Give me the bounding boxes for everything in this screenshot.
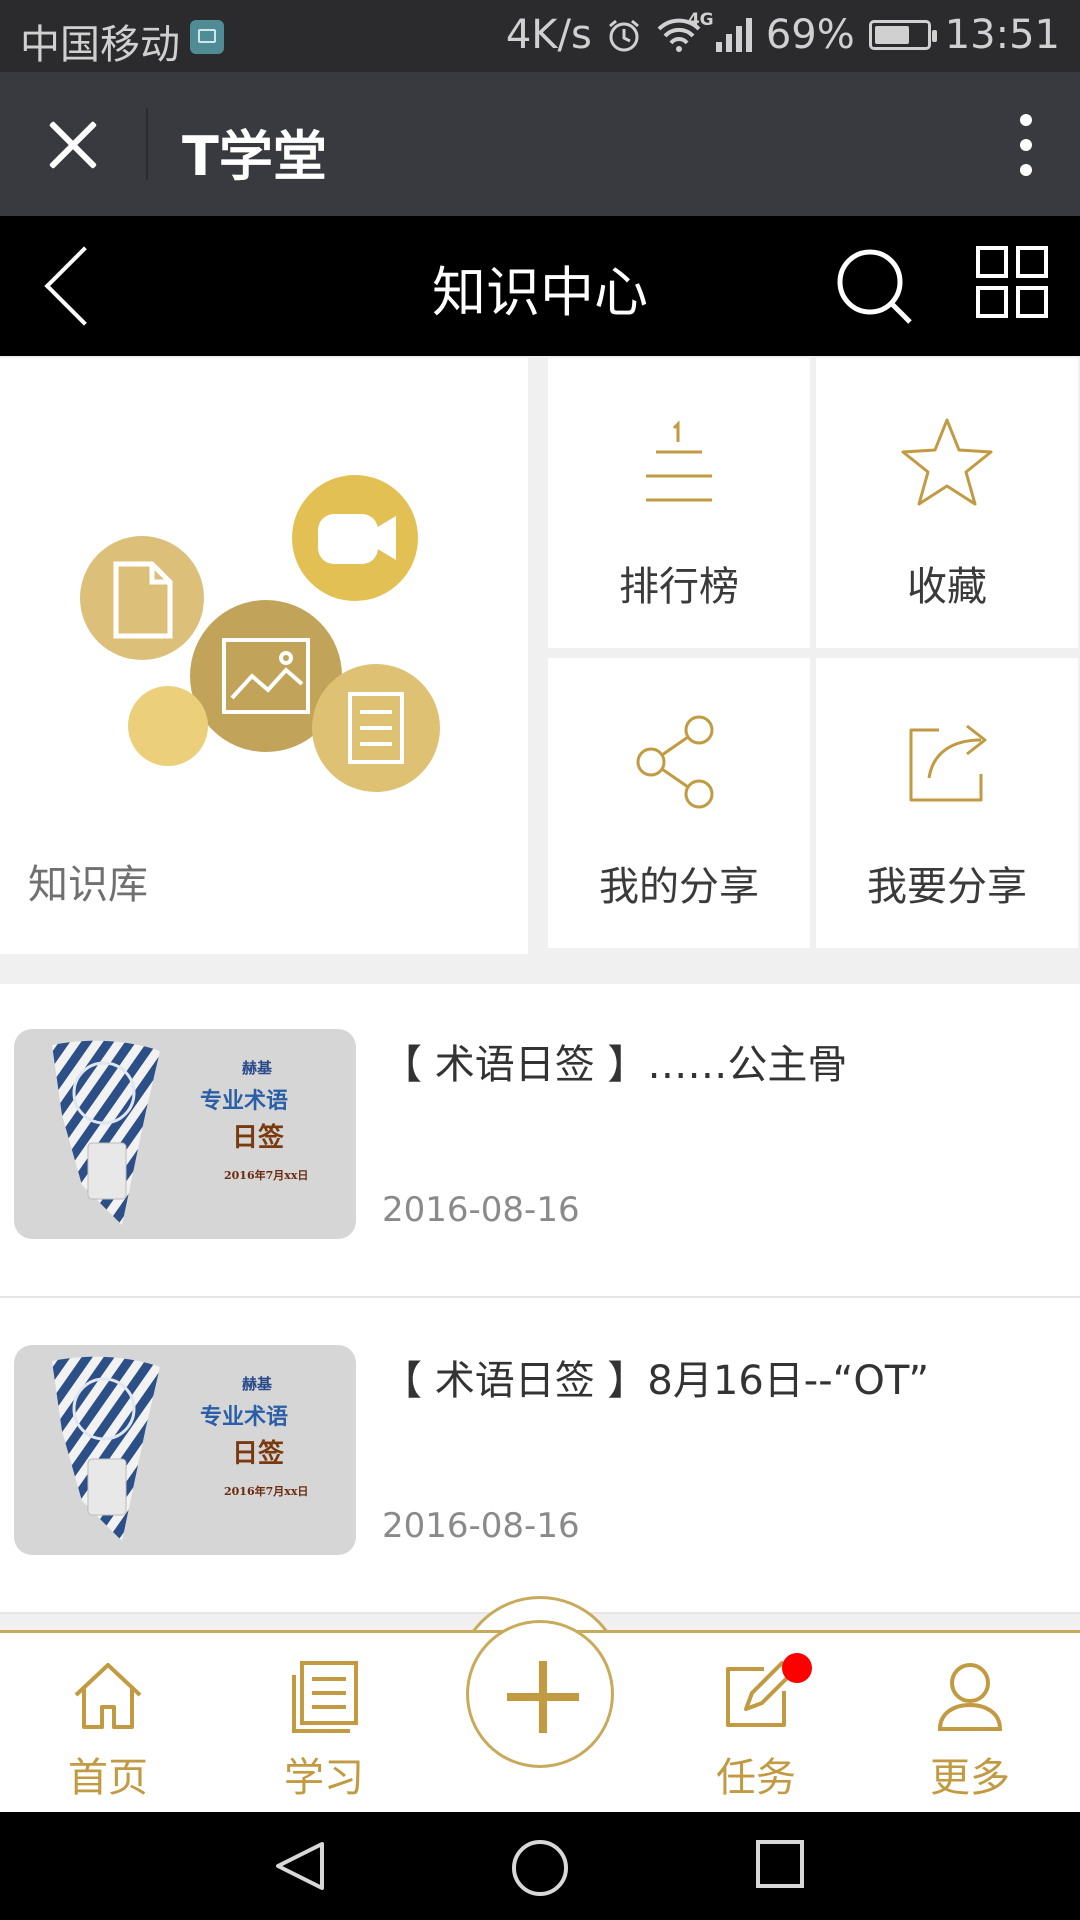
thumb-line3: 2016年7月xx日	[224, 1169, 309, 1182]
back-triangle-icon[interactable]	[272, 1838, 328, 1894]
tie-illustration	[52, 1356, 160, 1541]
article-date: 2016-08-16	[382, 1190, 580, 1230]
star-icon	[901, 418, 993, 506]
tab-study[interactable]: 学习	[244, 1651, 404, 1801]
thumb-brand: 赫基	[242, 1375, 273, 1393]
ranking-icon	[646, 420, 712, 502]
recents-square-icon[interactable]	[754, 1838, 806, 1890]
status-bar: 中国移动 4K/s 4G 69% 13:51	[0, 0, 1080, 72]
page-title: 知识中心	[432, 261, 648, 324]
signal-icon: 4G	[688, 10, 752, 52]
article-title: 【 术语日签 】8月16日--“OT”	[382, 1358, 930, 1404]
knowledge-library-icon	[80, 475, 440, 792]
grid-icon[interactable]	[976, 246, 1048, 318]
quick-entries: 知识库 排行榜 收藏 我的分享 我要分享	[0, 358, 1080, 954]
article-date: 2016-08-16	[382, 1506, 580, 1546]
my-shares-label: 我的分享	[599, 864, 759, 910]
user-icon	[937, 1663, 1003, 1731]
ranking-label: 排行榜	[619, 564, 739, 610]
thumb-line1: 专业术语	[200, 1405, 289, 1430]
share-icon	[636, 715, 714, 809]
android-nav-bar	[0, 1812, 1080, 1920]
ranking-tile[interactable]: 排行榜	[548, 358, 810, 648]
tab-more-label: 更多	[930, 1755, 1010, 1801]
favorites-label: 收藏	[907, 564, 987, 610]
thumb-line3: 2016年7月xx日	[224, 1485, 309, 1498]
list-item[interactable]: 赫基 专业术语 日签 2016年7月xx日 【 术语日签 】……公主骨 2016…	[0, 984, 1080, 1298]
search-icon[interactable]	[834, 246, 916, 328]
article-list: 赫基 专业术语 日签 2016年7月xx日 【 术语日签 】……公主骨 2016…	[0, 984, 1080, 1614]
tab-home-label: 首页	[68, 1755, 148, 1801]
tab-task-label: 任务	[716, 1755, 796, 1801]
network-speed: 4K/s	[505, 12, 592, 58]
image-notification-icon	[190, 20, 224, 54]
share-out-icon	[909, 724, 987, 802]
clock: 13:51	[944, 12, 1060, 58]
home-circle-icon[interactable]	[510, 1838, 570, 1898]
list-item[interactable]: 赫基 专业术语 日签 2016年7月xx日 【 术语日签 】8月16日--“OT…	[0, 1300, 1080, 1614]
page-header: 知识中心	[0, 216, 1080, 356]
article-thumbnail: 赫基 专业术语 日签 2016年7月xx日	[14, 1029, 356, 1239]
battery-icon	[868, 20, 937, 50]
tie-illustration	[52, 1040, 160, 1225]
share-out-tile[interactable]: 我要分享	[816, 658, 1078, 948]
tab-home[interactable]: 首页	[28, 1651, 188, 1801]
thumb-line2: 日签	[232, 1123, 285, 1153]
network-type: 4G	[687, 10, 714, 30]
status-right: 4K/s 4G 69% 13:51	[505, 10, 1060, 58]
thumb-line2: 日签	[232, 1439, 285, 1469]
thumb-line1: 专业术语	[200, 1089, 289, 1114]
tab-more[interactable]: 更多	[890, 1651, 1050, 1801]
my-shares-tile[interactable]: 我的分享	[548, 658, 810, 948]
app-title: T学堂	[182, 125, 327, 188]
knowledge-library-card[interactable]: 知识库	[0, 358, 528, 954]
article-thumbnail: 赫基 专业术语 日签 2016年7月xx日	[14, 1345, 356, 1555]
carrier-name: 中国移动	[20, 22, 180, 68]
home-icon	[74, 1663, 142, 1729]
tab-study-label: 学习	[284, 1755, 364, 1801]
alarm-icon	[608, 19, 639, 52]
task-badge	[782, 1653, 812, 1683]
favorites-tile[interactable]: 收藏	[816, 358, 1078, 648]
more-menu-icon[interactable]	[1018, 114, 1034, 176]
plus-button[interactable]	[466, 1620, 614, 1768]
article-title: 【 术语日签 】……公主骨	[382, 1042, 848, 1088]
wechat-title-bar: T学堂	[0, 72, 1080, 216]
study-icon	[292, 1661, 358, 1733]
tab-task[interactable]: 任务	[676, 1651, 836, 1801]
title-divider	[146, 108, 148, 180]
knowledge-library-label: 知识库	[28, 862, 148, 908]
thumb-brand: 赫基	[242, 1059, 273, 1077]
share-out-label: 我要分享	[867, 864, 1027, 910]
close-icon[interactable]	[44, 116, 100, 172]
battery-percent: 69%	[765, 12, 855, 58]
